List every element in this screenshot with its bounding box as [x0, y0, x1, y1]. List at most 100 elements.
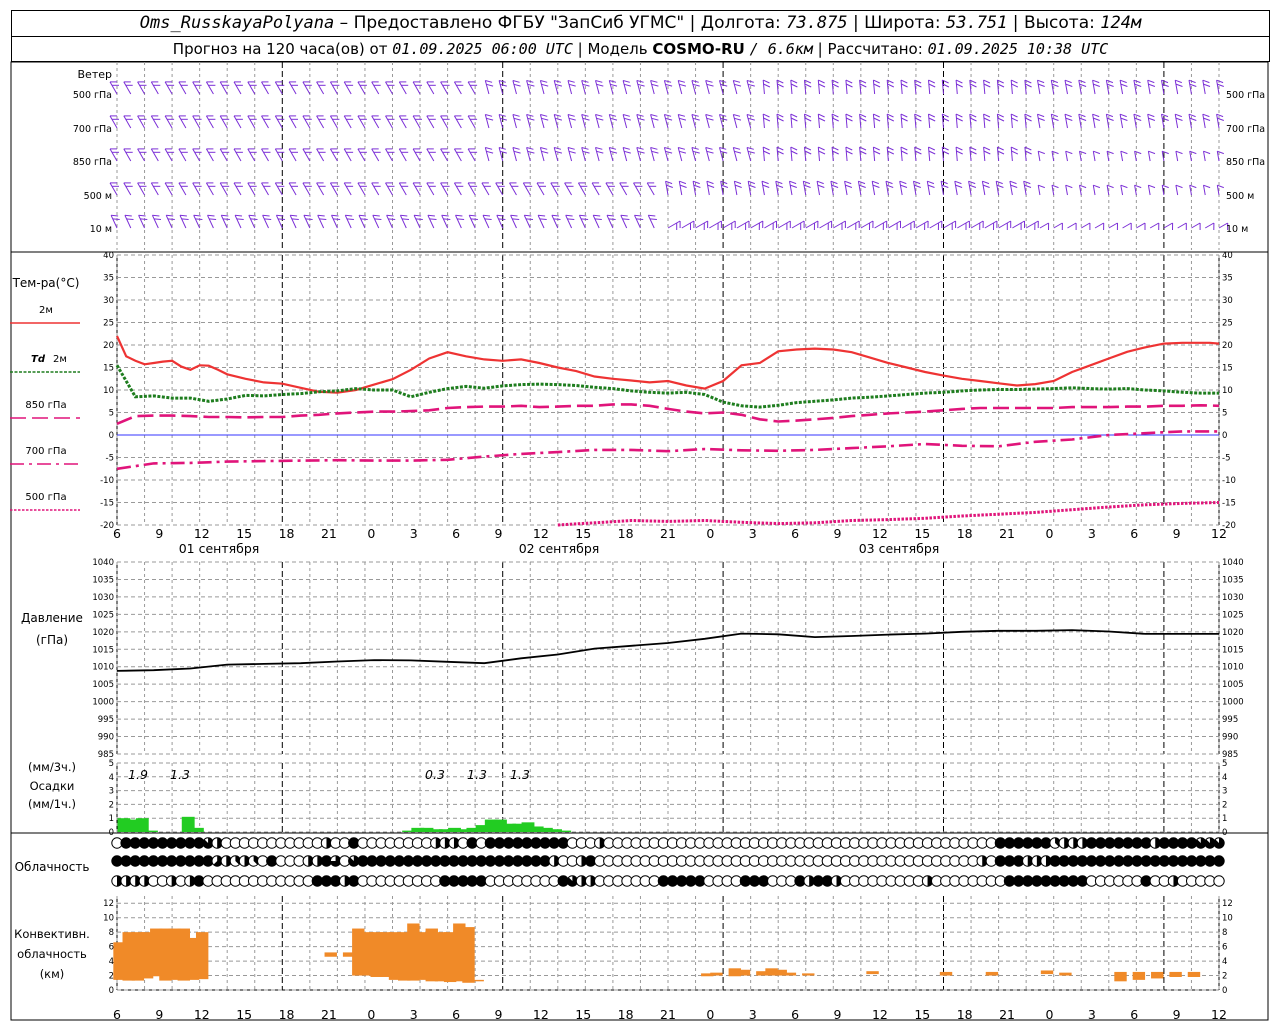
wind-barb [722, 220, 736, 229]
wind-barb [888, 220, 901, 229]
wind-barb-flag [900, 79, 908, 84]
hour-tick: 21 [321, 526, 337, 541]
wind-barb [636, 114, 641, 129]
wind-barb [1202, 114, 1206, 129]
wind-barb [567, 80, 573, 95]
wind-barb [179, 215, 187, 229]
wind-barb [302, 148, 311, 162]
wind-barb-flag [1134, 83, 1142, 87]
wind-barb [123, 81, 132, 95]
wind-barb [303, 215, 311, 229]
wind-barb-flag [193, 214, 201, 217]
wind-barb-flag [1037, 113, 1045, 118]
wind-barb-flag [996, 184, 1004, 188]
wind-barb-flag [1120, 117, 1128, 121]
wind-barb-flag [485, 80, 493, 83]
wind-barb-flag [568, 150, 576, 154]
wind-barb [453, 81, 462, 95]
wind-barb-flag [940, 180, 948, 185]
wind-barb-flag [1161, 117, 1169, 121]
wind-barb-flag [762, 113, 770, 118]
wind-barb [581, 114, 586, 129]
conv-tick-left: 10 [103, 914, 114, 924]
wind-barb-flag [901, 150, 908, 155]
wind-barb [412, 148, 421, 162]
wind-barb-flag [291, 218, 299, 220]
wind-barb-flag [928, 117, 936, 122]
wind-barb-flag [1202, 113, 1210, 118]
wind-barb-flag [1093, 150, 1101, 155]
wind-barb [453, 148, 462, 162]
wind-barb-flag [858, 184, 866, 188]
wind-barb [164, 81, 173, 95]
wind-barb [844, 181, 848, 196]
wind-barb-flag [333, 218, 341, 220]
wind-barb-flag [567, 147, 575, 150]
wind-barb-flag [595, 80, 603, 83]
wind-barb [343, 115, 352, 129]
wind-barb-flag [221, 214, 229, 217]
wind-barb-flag [567, 114, 575, 117]
wind-barb [1204, 222, 1215, 229]
wind-barb [746, 80, 752, 95]
wind-barb [719, 114, 724, 129]
wind-barb-flag [790, 184, 797, 188]
hour-tick: 3 [1088, 1007, 1096, 1022]
wind-barb [440, 148, 449, 162]
wind-barb [261, 148, 269, 162]
wind-barb [941, 147, 944, 162]
wind-barb [705, 114, 710, 129]
wind-barb [633, 182, 641, 196]
wind-barb [970, 220, 984, 229]
wind-barb [496, 215, 504, 229]
wind-barb-flag [650, 114, 658, 117]
wind-barb-flag [777, 117, 784, 122]
cloud-title: Облачность [15, 860, 90, 874]
wind-barb-flag [845, 113, 853, 118]
wind-barb-flag [968, 180, 976, 185]
wind-barb [261, 115, 269, 129]
prec-tick-right: 1 [1222, 814, 1227, 824]
wind-barb-flag [734, 83, 742, 87]
wind-barb [526, 147, 531, 162]
wind-barb-flag [818, 83, 826, 88]
wind-barb-flag [595, 114, 603, 117]
wind-barb [591, 182, 600, 196]
wind-barb [691, 147, 697, 162]
wind-barb-flag [818, 146, 825, 151]
wind-barb-flag [707, 184, 715, 188]
conv-bar [866, 971, 879, 975]
hour-tick: 12 [872, 1007, 888, 1022]
wind-barb-flag [762, 184, 770, 188]
wind-barb-flag [983, 117, 991, 122]
wind-barb-flag [331, 214, 339, 217]
temp-tick-left: -10 [100, 476, 114, 486]
precip-bar [145, 830, 158, 832]
wind-barb [764, 220, 777, 229]
wind-barb-flag [513, 83, 521, 87]
hour-tick: 18 [279, 526, 295, 541]
wind-barb [608, 80, 614, 95]
wind-barb [622, 80, 628, 95]
wind-barb-flag [678, 114, 686, 117]
wind-barb [1053, 222, 1063, 229]
temp-tick-right: -15 [1222, 499, 1236, 509]
wind-barb-flag [636, 218, 644, 220]
wind-barb [1024, 147, 1027, 162]
wind-barb [219, 81, 228, 95]
temp-tick-left: -5 [106, 454, 114, 464]
wind-barb-flag [1148, 184, 1156, 189]
wind-barb [1119, 80, 1124, 95]
wind-barb [553, 147, 559, 162]
wind-barb-flag [1203, 150, 1211, 155]
wind-barb [398, 81, 407, 95]
wind-barb [762, 114, 765, 129]
wind-barb-flag [1188, 79, 1196, 84]
wind-barb [302, 81, 311, 95]
wind-barb-flag [1065, 117, 1073, 121]
wind-barb-flag [527, 150, 535, 154]
wind-barb-flag [790, 117, 798, 122]
wind-barb-flag [859, 117, 867, 122]
wind-barb [1147, 114, 1151, 129]
wind-barb-flag [983, 113, 991, 118]
